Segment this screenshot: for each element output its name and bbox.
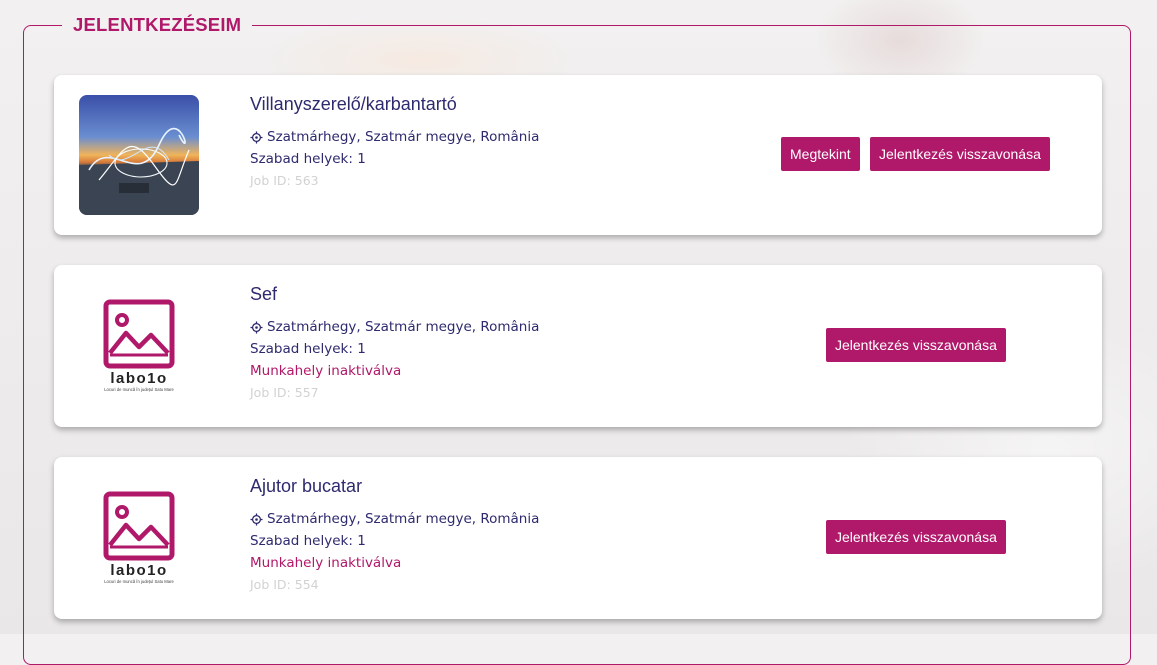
logo-tagline: Locuri de muncă în județul Satu Mare: [104, 387, 174, 392]
application-card: Villanyszerelő/karbantartó Szatmárhegy, …: [54, 75, 1102, 235]
job-title[interactable]: Ajutor bucatar: [250, 475, 539, 497]
logo-brand-text: labo1o: [110, 562, 167, 579]
job-free-places: Szabad helyek: 1: [250, 341, 366, 357]
labor-logo: labo1o Locuri de muncă în județul Satu M…: [79, 485, 199, 585]
application-card: labo1o Locuri de muncă în județul Satu M…: [54, 265, 1102, 427]
withdraw-application-button[interactable]: Jelentkezés visszavonása: [870, 137, 1050, 171]
withdraw-application-button[interactable]: Jelentkezés visszavonása: [826, 520, 1006, 554]
job-title[interactable]: Villanyszerelő/karbantartó: [250, 93, 539, 115]
job-location: Szatmárhegy, Szatmár megye, România: [250, 316, 539, 338]
job-status: Munkahely inaktiválva: [250, 363, 402, 379]
image-placeholder-icon: labo1o Locuri de muncă în județul Satu M…: [103, 299, 175, 392]
section-title: JELENTKEZÉSEIM: [62, 11, 253, 39]
logo-tagline: Locuri de muncă în județul Satu Mare: [104, 579, 174, 584]
location-crosshair-icon: [250, 130, 263, 144]
job-id: Job ID: 563: [250, 173, 319, 188]
job-free-places: Szabad helyek: 1: [250, 151, 366, 167]
job-status: Munkahely inaktiválva: [250, 555, 402, 571]
withdraw-application-button[interactable]: Jelentkezés visszavonása: [826, 328, 1006, 362]
application-card: labo1o Locuri de muncă în județul Satu M…: [54, 457, 1102, 619]
job-thumbnail[interactable]: [79, 95, 199, 215]
labor-logo: labo1o Locuri de muncă în județul Satu M…: [79, 293, 199, 393]
job-location-text: Szatmárhegy, Szatmár megye, România: [267, 129, 540, 145]
job-location-text: Szatmárhegy, Szatmár megye, România: [267, 511, 540, 527]
location-crosshair-icon: [250, 320, 263, 334]
view-button[interactable]: Megtekint: [781, 137, 860, 171]
location-crosshair-icon: [250, 512, 263, 526]
image-placeholder-icon: labo1o Locuri de muncă în județul Satu M…: [103, 491, 175, 584]
logo-brand-text: labo1o: [110, 370, 167, 387]
job-id: Job ID: 554: [250, 577, 319, 592]
job-title[interactable]: Sef: [250, 283, 539, 305]
job-location-text: Szatmárhegy, Szatmár megye, România: [267, 319, 540, 335]
job-location: Szatmárhegy, Szatmár megye, România: [250, 126, 539, 148]
job-free-places: Szabad helyek: 1: [250, 533, 366, 549]
job-id: Job ID: 557: [250, 385, 319, 400]
job-photo-icon: [79, 95, 199, 215]
job-location: Szatmárhegy, Szatmár megye, România: [250, 508, 539, 530]
